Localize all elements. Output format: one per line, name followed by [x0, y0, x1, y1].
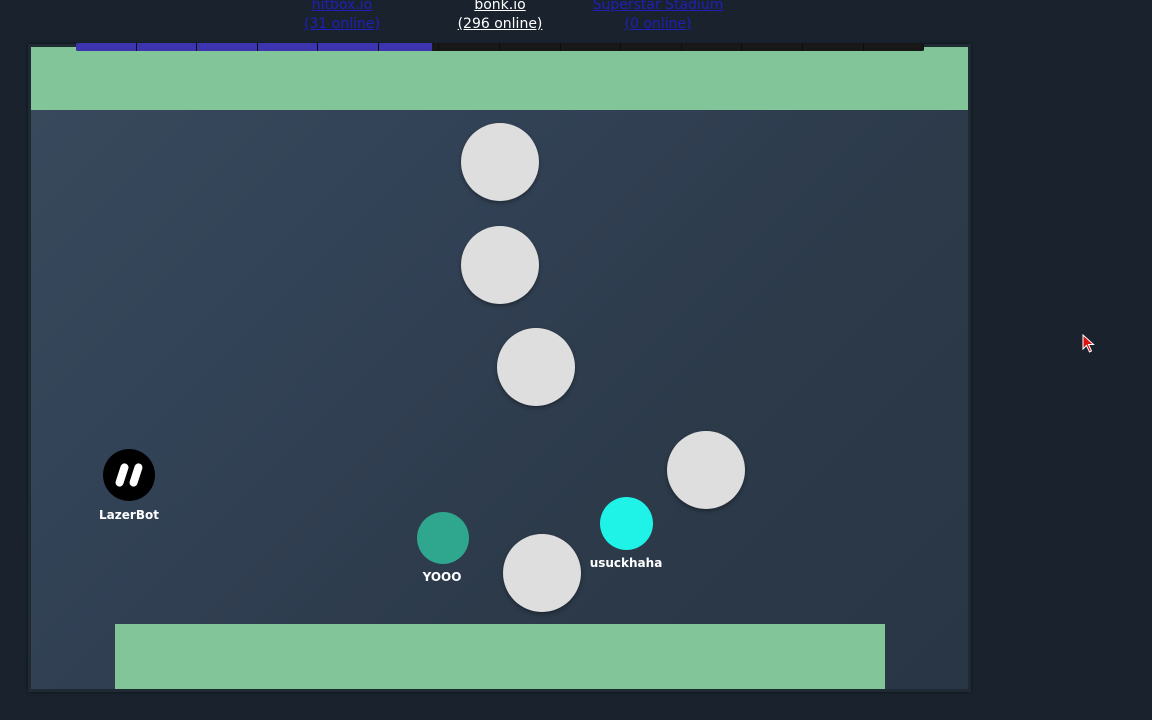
pause-icon	[115, 463, 143, 487]
round-timer-bar	[76, 43, 924, 51]
round-timer-segment	[137, 43, 198, 51]
round-timer-segment	[864, 43, 924, 51]
obstacle-ball-2	[461, 226, 539, 304]
game-frame: LazerBot YOOO usuckhaha	[28, 44, 971, 692]
round-timer-segment	[803, 43, 864, 51]
obstacle-ball-5	[503, 534, 581, 612]
obstacle-ball-1	[461, 123, 539, 201]
round-timer-segment	[76, 43, 137, 51]
player-label-lazerbot: LazerBot	[99, 508, 159, 522]
player-usuckhaha	[600, 497, 653, 550]
mouse-cursor-icon	[1082, 334, 1095, 353]
round-timer-segment	[439, 43, 501, 51]
player-lazerbot	[103, 449, 155, 501]
round-timer-segment	[318, 43, 379, 51]
top-nav: hitbox.io (31 online) bonk.io (296 onlin…	[0, 0, 1152, 40]
round-timer-segment	[742, 43, 803, 51]
round-timer-segment	[197, 43, 258, 51]
player-yooo	[417, 512, 469, 564]
top-platform	[31, 47, 968, 110]
round-timer-segment	[500, 43, 561, 51]
round-timer-segment	[621, 43, 682, 51]
nav-link-superstar-name[interactable]: Superstar Stadium	[558, 0, 758, 15]
round-timer-segment	[258, 43, 319, 51]
obstacle-ball-4	[667, 431, 745, 509]
game-arena[interactable]: LazerBot YOOO usuckhaha	[31, 47, 968, 689]
bottom-platform	[115, 624, 885, 689]
player-label-usuckhaha: usuckhaha	[589, 556, 663, 570]
round-timer-segment	[682, 43, 743, 51]
nav-link-superstar[interactable]: Superstar Stadium (0 online)	[558, 0, 758, 34]
round-timer-segment	[379, 43, 440, 51]
nav-link-superstar-online[interactable]: (0 online)	[558, 15, 758, 34]
player-label-yooo: YOOO	[422, 570, 462, 584]
obstacle-ball-3	[497, 328, 575, 406]
round-timer-segment	[561, 43, 622, 51]
